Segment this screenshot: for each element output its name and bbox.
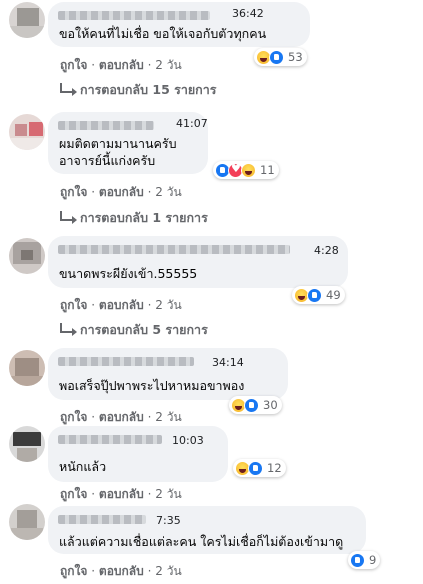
comment-actions: ถูกใจ · ตอบกลับ · 2 วัน [60, 487, 182, 501]
avatar[interactable] [9, 350, 45, 386]
comment-text: ผมติดตามมานานครับ [59, 136, 177, 151]
video-timestamp[interactable]: 7:35 [156, 514, 181, 527]
author-name-blurred[interactable] [58, 121, 154, 130]
like-reaction-icon [307, 287, 322, 303]
like-reaction-icon [269, 49, 284, 65]
haha-reaction-icon [241, 162, 256, 178]
reply-link[interactable]: ตอบกลับ [99, 185, 144, 199]
comment-text-line2: อาจารย์นี้แก่งครับ [59, 153, 156, 168]
comment-text: พอเสร็จปุ๊ปพาพระไปหาหมอขาพอง [59, 378, 245, 393]
comment-bubble: 36:42 ขอให้คนที่ไม่เชื่อ ขอให้เจอกับตัวท… [48, 2, 310, 47]
reaction-count: 30 [263, 398, 278, 412]
comment-age[interactable]: 2 วัน [155, 58, 181, 72]
avatar[interactable] [9, 504, 45, 540]
avatar[interactable] [9, 114, 45, 150]
comment-bubble: 10:03 หนักแล้ว [48, 426, 228, 482]
comment-actions: ถูกใจ · ตอบกลับ · 2 วัน [60, 298, 182, 312]
like-reaction-icon [248, 460, 263, 476]
comment-actions: ถูกใจ · ตอบกลับ · 2 วัน [60, 58, 182, 72]
comment-bubble: 41:07 ผมติดตามมานานครับ อาจารย์นี้แก่งคร… [48, 112, 208, 174]
comment-actions: ถูกใจ · ตอบกลับ · 2 วัน [60, 185, 182, 199]
video-timestamp[interactable]: 36:42 [232, 7, 264, 20]
reply-arrow-icon [60, 83, 77, 96]
comment-bubble: 4:28 ขนาดพระผียังเข้า.55555 [48, 236, 348, 288]
like-link[interactable]: ถูกใจ [60, 487, 87, 501]
author-name-blurred[interactable] [58, 245, 290, 254]
reaction-count: 53 [288, 50, 303, 64]
view-replies-link[interactable]: การตอบกลับ 5 รายการ [60, 320, 208, 340]
comment-age[interactable]: 2 วัน [155, 410, 181, 424]
comment-actions: ถูกใจ · ตอบกลับ · 2 วัน [60, 564, 182, 578]
video-timestamp[interactable]: 4:28 [314, 244, 339, 257]
reply-arrow-icon [60, 211, 77, 224]
reaction-count: 11 [260, 163, 275, 177]
reaction-summary[interactable]: 53 [254, 48, 307, 66]
reaction-count: 9 [369, 553, 377, 567]
video-timestamp[interactable]: 10:03 [172, 434, 204, 447]
author-name-blurred[interactable] [58, 515, 146, 524]
avatar[interactable] [9, 426, 45, 462]
video-timestamp[interactable]: 41:07 [176, 117, 208, 130]
like-reaction-icon [244, 397, 259, 413]
reaction-count: 12 [267, 461, 282, 475]
comment-age[interactable]: 2 วัน [155, 298, 181, 312]
reaction-summary[interactable]: 11 [213, 161, 279, 179]
comment-actions: ถูกใจ · ตอบกลับ · 2 วัน [60, 410, 182, 424]
reaction-summary[interactable]: 9 [348, 551, 381, 569]
like-reaction-icon [350, 552, 365, 568]
view-replies-link[interactable]: การตอบกลับ 1 รายการ [60, 208, 208, 228]
avatar[interactable] [9, 2, 45, 38]
comment-text: ขนาดพระผียังเข้า.55555 [59, 266, 198, 281]
comment-text: ขอให้คนที่ไม่เชื่อ ขอให้เจอกับตัวทุกคน [59, 26, 267, 41]
like-link[interactable]: ถูกใจ [60, 410, 87, 424]
like-link[interactable]: ถูกใจ [60, 564, 87, 578]
reply-link[interactable]: ตอบกลับ [99, 298, 144, 312]
reply-link[interactable]: ตอบกลับ [99, 564, 144, 578]
author-name-blurred[interactable] [58, 435, 162, 444]
comment-age[interactable]: 2 วัน [155, 185, 181, 199]
reaction-summary[interactable]: 30 [229, 396, 282, 414]
video-timestamp[interactable]: 34:14 [212, 356, 244, 369]
reaction-summary[interactable]: 49 [292, 286, 345, 304]
reply-arrow-icon [60, 323, 77, 336]
author-name-blurred[interactable] [58, 11, 210, 20]
like-link[interactable]: ถูกใจ [60, 58, 87, 72]
reply-link[interactable]: ตอบกลับ [99, 410, 144, 424]
reply-link[interactable]: ตอบกลับ [99, 58, 144, 72]
comment-age[interactable]: 2 วัน [155, 487, 181, 501]
view-replies-link[interactable]: การตอบกลับ 15 รายการ [60, 80, 216, 100]
like-link[interactable]: ถูกใจ [60, 298, 87, 312]
reaction-count: 49 [326, 288, 341, 302]
author-name-blurred[interactable] [58, 357, 194, 366]
like-link[interactable]: ถูกใจ [60, 185, 87, 199]
comment-bubble: 34:14 พอเสร็จปุ๊ปพาพระไปหาหมอขาพอง [48, 348, 288, 400]
comment-text: แล้วแต่ความเชื่อแต่ละคน ใครไม่เชื่อก็ไม่… [59, 534, 344, 549]
comment-bubble: 7:35 แล้วแต่ความเชื่อแต่ละคน ใครไม่เชื่อ… [48, 506, 366, 554]
avatar[interactable] [9, 238, 45, 274]
comment-text: หนักแล้ว [59, 459, 107, 474]
comment-age[interactable]: 2 วัน [155, 564, 181, 578]
reaction-summary[interactable]: 12 [233, 459, 286, 477]
reply-link[interactable]: ตอบกลับ [99, 487, 144, 501]
